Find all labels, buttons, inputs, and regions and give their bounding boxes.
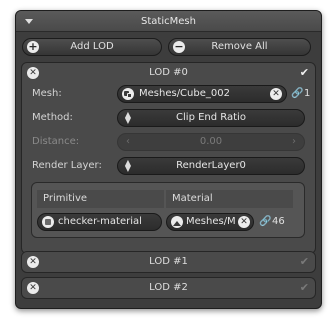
add-lod-label: Add LOD <box>70 41 114 52</box>
distance-field[interactable]: ‹ 0.00 › <box>117 133 305 151</box>
render-layer-value: RenderLayer0 <box>176 160 246 171</box>
static-mesh-panel: StaticMesh + Add LOD − Remove All ✕ LOD … <box>15 10 322 309</box>
minus-icon: − <box>173 40 185 53</box>
primitive-material-table: Primitive Material checker-material Mesh… <box>31 182 305 238</box>
primitive-select[interactable]: checker-material <box>37 213 162 231</box>
link-icon: 🔗 <box>259 216 272 227</box>
clear-mesh-icon[interactable]: ✕ <box>270 88 282 100</box>
material-value: Meshes/M <box>186 216 236 227</box>
distance-label: Distance: <box>32 136 80 147</box>
decrement-icon[interactable]: ‹ <box>126 134 130 150</box>
primitive-column-header: Primitive <box>37 190 164 208</box>
method-value: Clip End Ratio <box>176 112 246 123</box>
remove-lod-icon[interactable]: ✕ <box>27 67 39 79</box>
mesh-count: 1 <box>304 88 311 99</box>
mesh-icon <box>122 88 134 100</box>
clear-material-icon[interactable]: ✕ <box>238 216 250 228</box>
render-layer-label: Render Layer: <box>32 160 102 171</box>
link-icon: 🔗 <box>291 88 304 99</box>
remove-all-button[interactable]: − Remove All <box>168 38 311 56</box>
render-layer-select[interactable]: ▲ ▼ RenderLayer0 <box>117 157 305 175</box>
method-select[interactable]: ▲ ▼ Clip End Ratio <box>117 109 305 127</box>
add-lod-button[interactable]: + Add LOD <box>22 38 162 56</box>
increment-icon[interactable]: › <box>292 134 296 150</box>
mesh-label: Mesh: <box>32 88 62 99</box>
panel-title: StaticMesh <box>141 16 196 27</box>
lod-title-1: LOD #1 <box>149 256 188 267</box>
lod-section-2[interactable]: ✕ LOD #2 ✔ <box>21 277 316 299</box>
mesh-field[interactable]: Meshes/Cube_002 ✕ <box>117 85 287 103</box>
remove-all-label: Remove All <box>211 41 268 52</box>
primitive-value: checker-material <box>58 216 142 227</box>
remove-lod-icon[interactable]: ✕ <box>27 282 39 294</box>
lod-header-0[interactable]: ✕ LOD #0 ✔ <box>22 63 315 83</box>
updown-icon: ▲ ▼ <box>124 158 132 173</box>
material-count: 46 <box>272 216 285 227</box>
distance-value: 0.00 <box>199 136 223 147</box>
active-check-icon[interactable]: ✔ <box>300 63 309 83</box>
method-label: Method: <box>32 112 73 123</box>
lod-title-0: LOD #0 <box>149 67 188 78</box>
mesh-value: Meshes/Cube_002 <box>139 88 230 99</box>
updown-icon: ▲ ▼ <box>124 110 132 125</box>
lod-section-1[interactable]: ✕ LOD #1 ✔ <box>21 251 316 273</box>
lod-title-2: LOD #2 <box>149 282 188 293</box>
primitive-icon <box>42 216 54 228</box>
material-icon <box>171 216 183 228</box>
material-column-header: Material <box>166 190 293 208</box>
collapse-triangle-icon[interactable] <box>25 19 33 24</box>
lod-header-1[interactable]: ✕ LOD #1 ✔ <box>22 252 315 272</box>
inactive-check-icon[interactable]: ✔ <box>300 278 309 298</box>
panel-header[interactable]: StaticMesh <box>16 11 321 32</box>
inactive-check-icon[interactable]: ✔ <box>300 252 309 272</box>
remove-lod-icon[interactable]: ✕ <box>27 256 39 268</box>
lod-header-2[interactable]: ✕ LOD #2 ✔ <box>22 278 315 298</box>
material-field[interactable]: Meshes/M ✕ <box>166 213 254 231</box>
plus-icon: + <box>27 40 39 53</box>
